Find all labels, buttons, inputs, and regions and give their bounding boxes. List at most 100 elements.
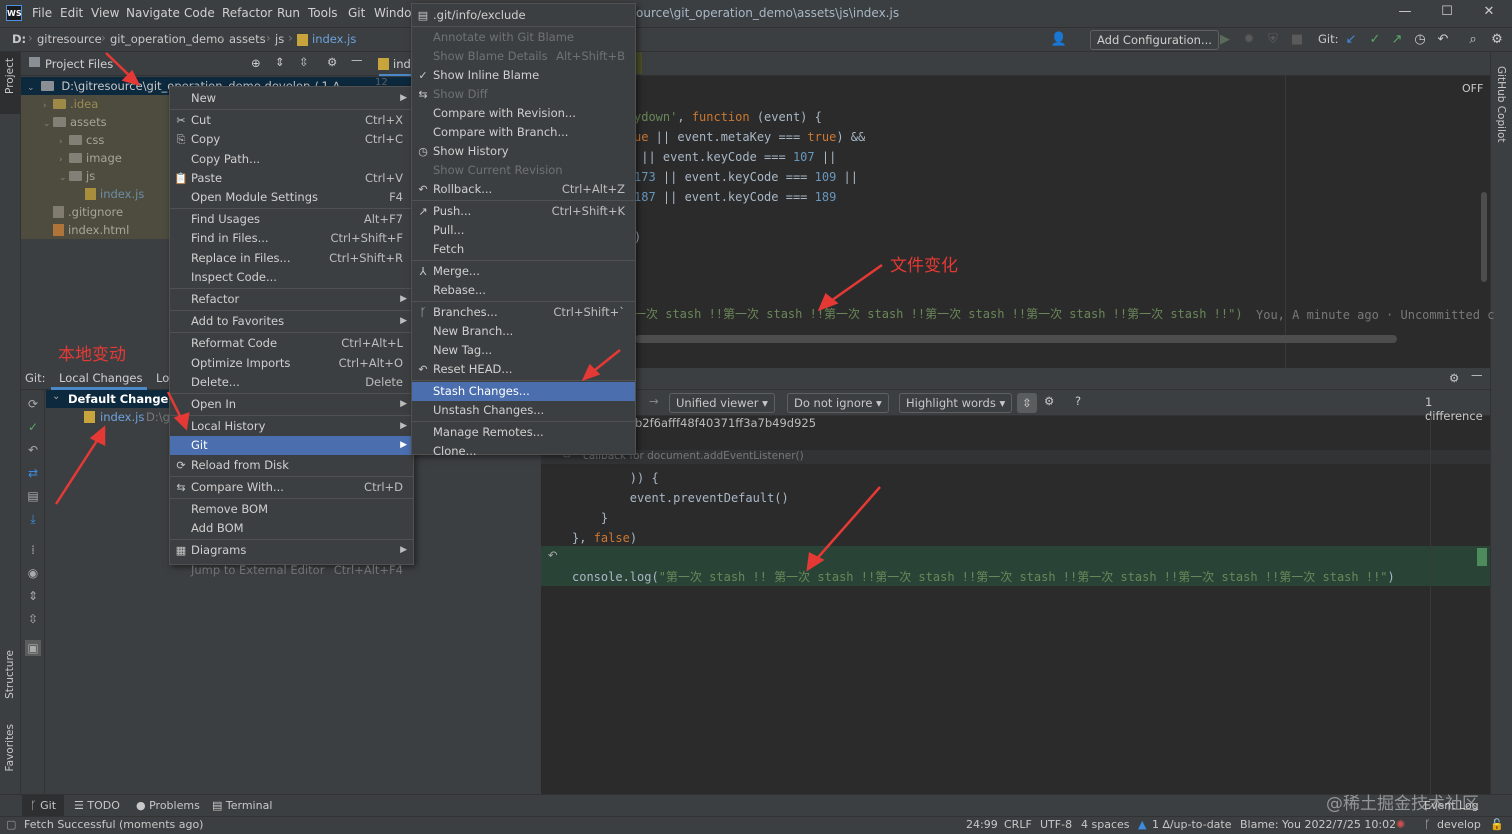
help-icon[interactable]: ? xyxy=(1075,394,1081,408)
file-encoding[interactable]: UTF-8 xyxy=(1040,818,1072,831)
menu-item-local-history[interactable]: Local History ▶ xyxy=(170,417,413,436)
breadcrumb-file[interactable]: index.js xyxy=(312,32,356,46)
menu-run[interactable]: Run xyxy=(277,6,300,20)
fold-region[interactable]: ⊟ callback for document.addEventListener… xyxy=(541,450,1490,464)
settings-gear-icon[interactable]: ⚙ xyxy=(1488,31,1506,49)
collapse-all-icon[interactable]: ⇳ xyxy=(25,611,41,627)
tab-git[interactable]: ᚴ Git xyxy=(30,799,56,812)
menu-item-copy-path[interactable]: Copy Path... xyxy=(170,150,413,169)
menu-item-pull[interactable]: Pull... xyxy=(412,221,635,240)
user-icon[interactable]: 👤▾ xyxy=(1050,31,1068,65)
menu-item-copy[interactable]: ⎘ Copy Ctrl+C xyxy=(170,130,413,149)
download-icon[interactable]: ⤓ xyxy=(25,511,41,527)
menu-item-unstash-changes[interactable]: Unstash Changes... xyxy=(412,401,635,420)
menu-item-merge[interactable]: ⅄ Merge... xyxy=(412,262,635,281)
coverage-icon[interactable]: ⛨ xyxy=(1264,31,1282,49)
debug-icon[interactable]: ✹ xyxy=(1240,31,1258,49)
menu-item-compare-with[interactable]: ⇆ Compare With... Ctrl+D xyxy=(170,478,413,497)
menu-item-clone[interactable]: Clone... xyxy=(412,442,635,461)
collapse-unchanged-icon[interactable]: ⇳ xyxy=(1017,393,1037,413)
status-message[interactable]: Fetch Successful (moments ago) xyxy=(24,818,203,831)
menu-view[interactable]: View xyxy=(91,6,119,20)
commit-icon[interactable]: ✓ xyxy=(1366,31,1384,49)
menu-item-rebase[interactable]: Rebase... xyxy=(412,281,635,300)
close-button[interactable]: ✕ xyxy=(1474,4,1504,24)
eye-icon[interactable]: ◉ xyxy=(25,565,41,581)
update-status[interactable]: 1 ∆/up-to-date xyxy=(1152,818,1232,831)
bug-icon[interactable]: ✺ xyxy=(1396,818,1405,831)
menu-item-compare-with-branch[interactable]: Compare with Branch... xyxy=(412,123,635,142)
locate-icon[interactable]: ⊕ xyxy=(251,56,261,70)
project-tool-tab[interactable]: Project xyxy=(0,52,20,114)
favorites-tool-label[interactable]: Favorites xyxy=(4,724,16,771)
menu-item-git[interactable]: Git ▶ xyxy=(170,436,413,456)
breadcrumb-js[interactable]: js xyxy=(275,32,284,46)
minimize-button[interactable]: — xyxy=(1390,4,1420,24)
menu-item-open-module-settings[interactable]: Open Module Settings F4 xyxy=(170,188,413,207)
add-configuration-button[interactable]: Add Configuration... xyxy=(1090,30,1219,50)
collapse-all-icon[interactable]: ⇳ xyxy=(299,55,309,69)
menu-item-new[interactable]: New ▶ xyxy=(170,89,413,108)
gear-icon[interactable]: ⚙ xyxy=(1449,371,1459,385)
preview-diff-icon[interactable]: ▣ xyxy=(25,640,41,656)
group-by-icon[interactable]: ⁞ xyxy=(25,542,41,558)
tab-terminal[interactable]: ▤ Terminal xyxy=(212,799,272,812)
menu-item-refactor[interactable]: Refactor ▶ xyxy=(170,290,413,309)
editor-scrollbar[interactable] xyxy=(1481,192,1487,282)
menu-item-remove-bom[interactable]: Remove BOM xyxy=(170,500,413,519)
ignore-whitespace-dropdown[interactable]: Do not ignore ▾ xyxy=(787,393,889,413)
project-tool-label[interactable]: Project xyxy=(4,58,16,94)
menu-item-reset-head[interactable]: ↶ Reset HEAD... xyxy=(412,360,635,379)
maximize-button[interactable]: ☐ xyxy=(1432,4,1462,24)
menu-item-inspect-code[interactable]: Inspect Code... xyxy=(170,268,413,287)
history-icon[interactable]: ◷ xyxy=(1411,31,1429,49)
menu-item-open-in[interactable]: Open In ▶ xyxy=(170,395,413,414)
push-icon[interactable]: ↗ xyxy=(1388,31,1406,49)
menu-item-push[interactable]: ↗ Push... Ctrl+Shift+K xyxy=(412,202,635,221)
tab-local-changes[interactable]: Local Changes xyxy=(59,371,142,385)
highlight-dropdown[interactable]: Highlight words ▾ xyxy=(899,393,1013,413)
breadcrumb-drive[interactable]: D: xyxy=(12,32,26,46)
status-square-icon[interactable]: ▢ xyxy=(6,818,16,831)
lock-icon[interactable]: 🔓 xyxy=(1490,818,1504,831)
menu-item-git-info-exclude[interactable]: ▤ .git/info/exclude xyxy=(412,6,635,25)
stop-icon[interactable]: ■ xyxy=(1288,31,1306,49)
hide-icon[interactable]: — xyxy=(1471,368,1483,382)
rollback-icon[interactable]: ↶ xyxy=(25,442,41,458)
project-view-title[interactable]: Project Files xyxy=(45,57,113,71)
menu-tools[interactable]: Tools xyxy=(308,6,338,20)
menu-navigate[interactable]: Navigate xyxy=(126,6,180,20)
tab-problems[interactable]: ● Problems xyxy=(136,799,200,812)
run-icon[interactable]: ▶ xyxy=(1216,31,1234,49)
horizontal-scrollbar[interactable] xyxy=(635,335,1397,343)
menu-item-new-tag[interactable]: New Tag... xyxy=(412,341,635,360)
breadcrumb-assets[interactable]: assets xyxy=(229,32,266,46)
github-copilot-tab[interactable]: GitHub Copilot xyxy=(1495,66,1507,143)
breadcrumb-project[interactable]: git_operation_demo xyxy=(110,32,224,46)
gear-icon[interactable]: ⚙ xyxy=(327,55,337,69)
menu-file[interactable]: File xyxy=(32,6,52,20)
menu-item-find-usages[interactable]: Find Usages Alt+F7 xyxy=(170,210,413,229)
revert-icon[interactable]: ↶ xyxy=(548,548,558,562)
search-icon[interactable]: ⌕ xyxy=(1464,31,1482,49)
rollback-icon[interactable]: ↶ xyxy=(1434,31,1452,49)
menu-item-stash-changes[interactable]: Stash Changes... xyxy=(412,382,635,401)
menu-item-fetch[interactable]: Fetch xyxy=(412,240,635,259)
menu-item-manage-remotes[interactable]: Manage Remotes... xyxy=(412,423,635,442)
settings-gear-icon[interactable]: ⚙ xyxy=(1044,394,1054,408)
menu-item-paste[interactable]: 📋 Paste Ctrl+V xyxy=(170,169,413,188)
tab-todo[interactable]: ☰ TODO xyxy=(74,799,120,812)
copilot-off-label[interactable]: OFF xyxy=(1462,82,1483,95)
current-branch[interactable]: develop xyxy=(1437,818,1481,831)
menu-item-reformat-code[interactable]: Reformat Code Ctrl+Alt+L xyxy=(170,334,413,353)
commit-icon[interactable]: ✓ xyxy=(25,419,41,435)
menu-refactor[interactable]: Refactor xyxy=(222,6,272,20)
menu-code[interactable]: Code xyxy=(184,6,215,20)
caret-position[interactable]: 24:99 xyxy=(966,818,998,831)
menu-item-show-inline-blame[interactable]: ✓ Show Inline Blame xyxy=(412,66,635,85)
menu-item-compare-with-revision[interactable]: Compare with Revision... xyxy=(412,104,635,123)
menu-window[interactable]: Windo xyxy=(374,6,412,20)
editor-tab-index[interactable]: ind xyxy=(393,57,411,71)
menu-item-cut[interactable]: ✂ Cut Ctrl+X xyxy=(170,111,413,130)
tab-log[interactable]: Lo xyxy=(156,371,169,385)
